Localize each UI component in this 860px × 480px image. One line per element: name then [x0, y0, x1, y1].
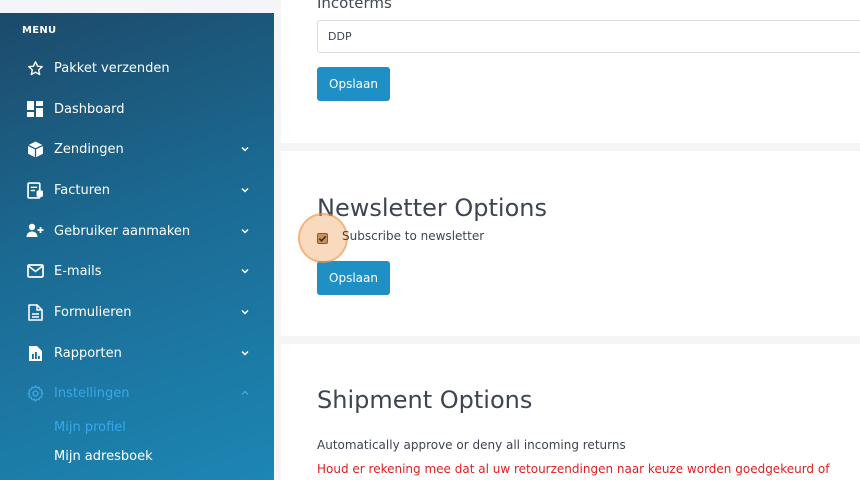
chevron-down-icon [239, 306, 251, 318]
sidebar-item-instellingen[interactable]: Instellingen [0, 373, 274, 413]
sidebar-item-label: Formulieren [54, 304, 132, 320]
sidebar-item-gebruiker-aanmaken[interactable]: Gebruiker aanmaken [0, 211, 274, 251]
incoterms-save-button[interactable]: Opslaan [317, 67, 390, 101]
sidebar-subitem-mijn-profiel[interactable]: Mijn profiel [54, 420, 126, 435]
user-plus-icon [26, 222, 44, 240]
sidebar-subitem-mijn-adresboek[interactable]: Mijn adresboek [54, 449, 153, 464]
document-icon [26, 303, 44, 321]
chevron-down-icon [239, 184, 251, 196]
chevron-up-icon [239, 387, 251, 399]
dashboard-icon [26, 100, 44, 118]
sidebar-item-zendingen[interactable]: Zendingen [0, 129, 274, 169]
chevron-down-icon [239, 347, 251, 359]
sidebar-item-label: Zendingen [54, 141, 124, 157]
sidebar-item-label: Pakket verzenden [54, 60, 170, 76]
sidebar: MENU Pakket verzenden Dashboard Zendinge… [0, 13, 274, 480]
menu-title: MENU [22, 25, 57, 36]
chevron-down-icon [239, 143, 251, 155]
sidebar-item-dashboard[interactable]: Dashboard [0, 89, 274, 129]
sidebar-item-label: E-mails [54, 263, 102, 279]
newsletter-save-button[interactable]: Opslaan [317, 261, 390, 295]
shipment-card: Shipment Options Automatically approve o… [281, 344, 860, 480]
sidebar-item-label: Instellingen [54, 385, 130, 401]
sidebar-item-formulieren[interactable]: Formulieren [0, 292, 274, 332]
checkmark-icon [318, 235, 327, 242]
sidebar-item-e-mails[interactable]: E-mails [0, 251, 274, 291]
chevron-down-icon [239, 265, 251, 277]
sidebar-item-label: Rapporten [54, 345, 122, 361]
sidebar-item-label: Gebruiker aanmaken [54, 223, 191, 239]
incoterms-label: Incoterms [317, 0, 392, 12]
newsletter-title: Newsletter Options [317, 194, 547, 222]
newsletter-checkbox-label[interactable]: Subscribe to newsletter [342, 229, 484, 243]
invoice-icon [26, 181, 44, 199]
sidebar-item-label: Facturen [54, 182, 111, 198]
sidebar-item-rapporten[interactable]: Rapporten [0, 333, 274, 373]
box-icon [26, 140, 44, 158]
incoterms-card: Incoterms DDP Opslaan [281, 0, 860, 143]
mail-icon [26, 262, 44, 280]
gear-icon [26, 384, 44, 402]
shipment-title: Shipment Options [317, 386, 533, 414]
shipment-description: Automatically approve or deny all incomi… [317, 438, 626, 452]
shipment-warning: Houd er rekening mee dat al uw retourzen… [317, 462, 830, 476]
report-icon [26, 344, 44, 362]
top-strip [0, 0, 274, 13]
newsletter-checkbox[interactable] [317, 233, 328, 244]
star-icon [26, 59, 44, 77]
chevron-down-icon [239, 225, 251, 237]
newsletter-card: Newsletter Options Opslaan [281, 151, 860, 336]
incoterms-input[interactable]: DDP [317, 20, 860, 53]
sidebar-item-facturen[interactable]: Facturen [0, 170, 274, 210]
sidebar-item-pakket-verzenden[interactable]: Pakket verzenden [0, 48, 274, 88]
sidebar-item-label: Dashboard [54, 101, 125, 117]
